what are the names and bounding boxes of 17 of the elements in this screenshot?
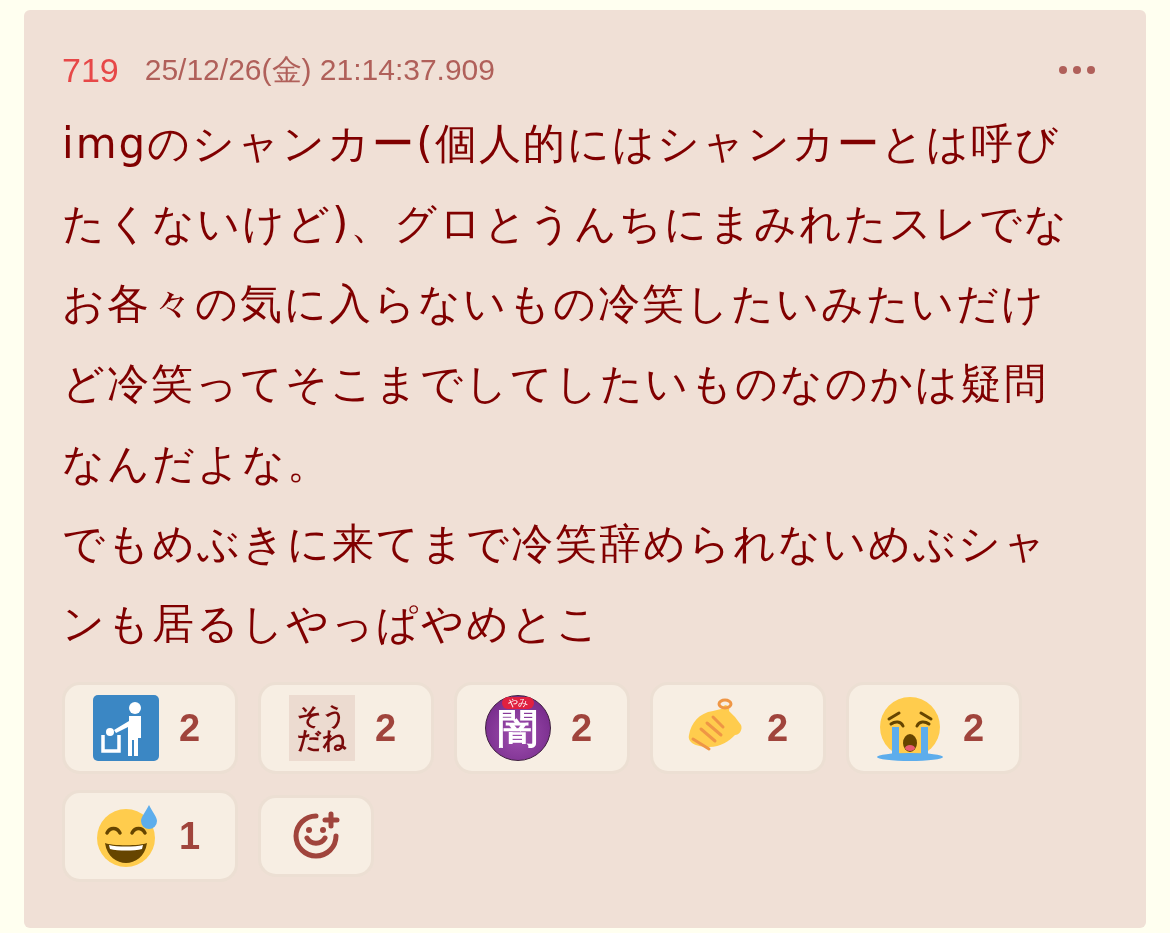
reaction-button[interactable]: 闇 やみ 2 [454, 682, 630, 774]
add-reaction-button[interactable] [258, 795, 374, 877]
reaction-button[interactable]: 2 [62, 682, 238, 774]
post-date: 25/12/26(金) 21:14:37.909 [144, 51, 495, 88]
trash-bin-person-icon [93, 695, 159, 761]
reaction-button[interactable]: 2 [846, 682, 1022, 774]
post-paragraph: imgのシャンカー(個人的にはシャンカーとは呼びたくないけど)、グロとうんちにまみれたスレでなお各々の気に入らないもの冷笑したいみたいだけど冷笑ってそこまでしてしたいものなのかは疑問なんだよな。 [62, 118, 1071, 490]
crying-face-icon [877, 695, 943, 761]
badge-icon: 闇 やみ [485, 695, 551, 761]
post-paragraph: でもめぶきに来てまで冷笑辞められないめぶシャンも居るしやっぱやめとこ [62, 518, 1049, 650]
sticker-icon: そう だね [289, 695, 355, 761]
reaction-button[interactable]: そう だね 2 [258, 682, 434, 774]
reaction-button[interactable]: 1 [62, 790, 238, 882]
ruby-text: やみ [502, 697, 534, 709]
more-icon[interactable] [1058, 65, 1096, 75]
reaction-button[interactable]: 2 [650, 682, 826, 774]
post-number[interactable]: 719 [62, 50, 119, 90]
